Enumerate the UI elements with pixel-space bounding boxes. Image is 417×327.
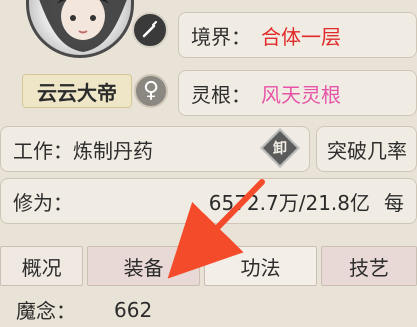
spiritual-root-row: 灵根： 风天灵根	[178, 70, 417, 116]
breakthrough-label: 突破几率	[327, 138, 407, 163]
tab-skills-label: 技艺	[348, 255, 389, 280]
female-icon: ♀	[142, 78, 160, 103]
tab-techniques[interactable]: 功法	[204, 246, 317, 286]
tab-skills[interactable]: 技艺	[320, 246, 417, 286]
cultivation-value: 6572.7万/21.8亿	[208, 190, 370, 215]
gender-badge: ♀	[134, 74, 168, 108]
breakthrough-row: 突破几率	[316, 126, 417, 172]
demon-mind-value: 662	[114, 297, 153, 322]
player-name: 云云大帝	[37, 80, 117, 105]
job-unequip-button[interactable]: 卸	[260, 128, 300, 168]
tab-overview-label: 概况	[21, 255, 62, 280]
tab-equipment-label: 装备	[123, 255, 164, 280]
tab-techniques-label: 功法	[240, 255, 281, 280]
tab-bar: 概况 装备 功法 技艺	[0, 246, 417, 286]
tab-overview[interactable]: 概况	[0, 246, 84, 286]
realm-value: 合体一层	[261, 24, 341, 49]
demon-mind-row: 魔念： 662	[0, 292, 417, 327]
cultivation-row: 修为： 6572.7万/21.8亿 每	[0, 178, 417, 224]
brush-icon	[142, 21, 157, 38]
profile-avatar-area	[2, 0, 168, 58]
tab-equipment[interactable]: 装备	[87, 246, 201, 286]
edit-avatar-button[interactable]	[132, 12, 168, 48]
realm-label: 境界：	[191, 24, 251, 49]
cultivation-label: 修为：	[13, 190, 73, 215]
avatar-portrait-icon	[39, 0, 127, 52]
spiritual-root-value: 风天灵根	[261, 82, 341, 107]
cultivation-extra: 每	[384, 190, 404, 215]
unequip-label: 卸	[273, 141, 287, 157]
avatar[interactable]	[26, 0, 134, 58]
spiritual-root-label: 灵根：	[191, 82, 251, 107]
job-text: 工作：炼制丹药	[13, 138, 153, 163]
realm-row: 境界： 合体一层	[178, 12, 417, 58]
player-name-badge: 云云大帝	[22, 74, 132, 108]
demon-mind-label: 魔念：	[16, 299, 76, 323]
